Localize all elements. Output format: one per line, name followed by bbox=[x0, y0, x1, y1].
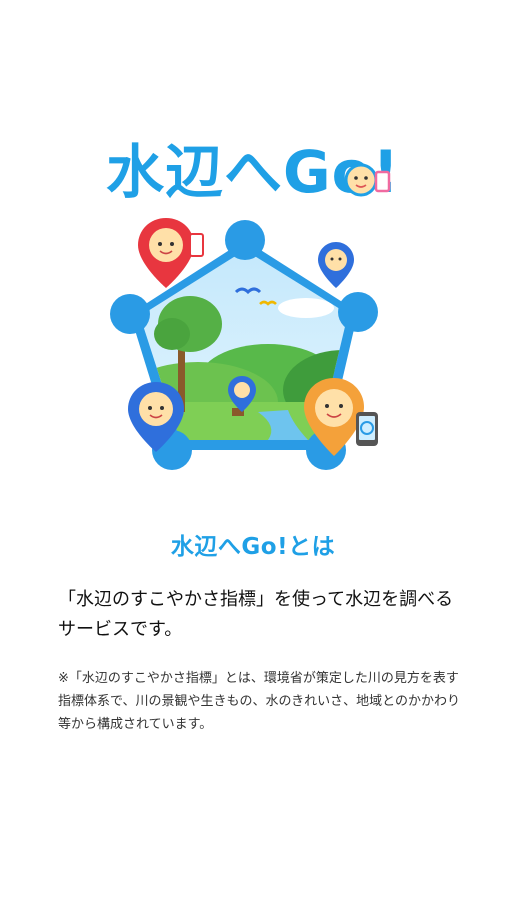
app-logo: 水辺へGo! bbox=[106, 138, 399, 206]
about-note: ※「水辺のすこやかさ指標」とは、環境省が策定した川の見方を表す指標体系で、川の景… bbox=[58, 671, 460, 732]
logo-child-icon bbox=[344, 163, 378, 197]
about-lead: 「水辺のすこやかさ指標」を使って水辺を調べるサービスです。 bbox=[58, 589, 454, 640]
smartphone-icon bbox=[356, 412, 378, 446]
hero-illustration bbox=[110, 218, 378, 470]
logo-smartphone-icon bbox=[374, 170, 391, 193]
map-pin-icon bbox=[318, 242, 354, 288]
app-screen: 水辺へGo! 水辺へGo!とは 「水辺のすこやかさ指標」を使って水辺を調べるサー… bbox=[0, 0, 506, 900]
about-title: 水辺へGo!とは bbox=[170, 534, 336, 560]
